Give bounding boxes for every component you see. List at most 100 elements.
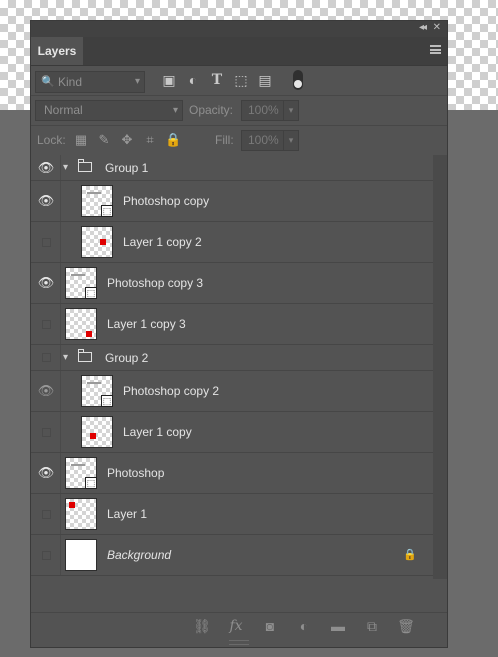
layer-thumbnail: ⬚ xyxy=(81,375,113,407)
layer-name[interactable]: Layer 1 copy 2 xyxy=(123,222,202,262)
smart-object-icon: ⬚ xyxy=(85,477,97,489)
tab-layers[interactable]: Layers xyxy=(31,37,83,65)
close-icon[interactable]: ✕ xyxy=(433,22,441,33)
fill-label: Fill: xyxy=(215,133,234,147)
smart-object-icon: ⬚ xyxy=(101,395,113,407)
shape-filter-icon[interactable]: ⬚ xyxy=(233,72,249,88)
scrollbar[interactable] xyxy=(433,155,447,579)
layer-row[interactable]: Layer 1 copy 3 xyxy=(31,304,433,345)
fx-icon[interactable]: fx xyxy=(227,617,245,635)
layer-row-background[interactable]: Background 🔒 xyxy=(31,535,433,576)
folder-icon xyxy=(78,159,92,172)
layer-thumbnail xyxy=(65,308,97,340)
visibility-toggle[interactable]: 👁 xyxy=(35,371,57,411)
layer-list: 👁 ▾ Group 1 👁 ⬚ Photoshop copy Layer 1 c… xyxy=(31,155,433,576)
smart-object-filter-icon[interactable]: ▤ xyxy=(257,72,273,88)
layer-row-group-2[interactable]: ▾ Group 2 xyxy=(31,345,433,371)
visibility-toggle[interactable] xyxy=(35,494,57,534)
visibility-toggle[interactable] xyxy=(35,345,57,370)
lock-all-icon[interactable]: 🔒 xyxy=(165,132,181,148)
layer-row[interactable]: 👁 ⬚ Photoshop xyxy=(31,453,433,494)
chevron-down-icon[interactable]: ▾ xyxy=(63,345,68,370)
layer-name[interactable]: Photoshop copy 2 xyxy=(123,371,219,411)
visibility-toggle[interactable] xyxy=(35,412,57,452)
opacity-input[interactable]: 100% ▾ xyxy=(241,100,299,121)
chevron-down-icon: ▾ xyxy=(172,105,178,116)
chevron-down-icon[interactable]: ▾ xyxy=(63,155,68,180)
lock-label: Lock: xyxy=(37,133,66,147)
visibility-toggle[interactable] xyxy=(35,535,57,575)
layer-row[interactable]: 👁 ⬚ Photoshop copy xyxy=(31,181,433,222)
chevron-down-icon: ▾ xyxy=(134,76,140,87)
add-mask-icon[interactable]: ◙ xyxy=(261,617,279,635)
smart-object-icon: ⬚ xyxy=(85,287,97,299)
adjustment-filter-icon[interactable]: ◐ xyxy=(185,72,201,88)
blend-row: Normal ▾ Opacity: 100% ▾ xyxy=(31,96,447,126)
layer-thumbnail: ⬚ xyxy=(65,267,97,299)
layer-row[interactable]: 👁 ⬚ Photoshop copy 2 xyxy=(31,371,433,412)
lock-image-icon[interactable]: ✎ xyxy=(96,132,112,148)
eye-icon: 👁 xyxy=(37,465,55,480)
layer-thumbnail xyxy=(65,539,97,571)
lock-transparency-icon[interactable]: ▦ xyxy=(73,132,89,148)
visibility-toggle[interactable]: 👁 xyxy=(35,181,57,221)
type-filter-icon[interactable]: T xyxy=(209,72,225,88)
visibility-toggle[interactable] xyxy=(35,222,57,262)
delete-layer-icon[interactable]: 🗑 xyxy=(397,617,415,635)
eye-icon: 👁 xyxy=(37,383,55,398)
eye-icon: 👁 xyxy=(37,275,55,290)
chevron-down-icon[interactable]: ▾ xyxy=(283,101,298,120)
panel-menu-icon[interactable] xyxy=(430,45,441,54)
layer-row[interactable]: Layer 1 copy 2 xyxy=(31,222,433,263)
layer-name[interactable]: Layer 1 xyxy=(107,494,147,534)
link-layers-icon[interactable]: ⛓ xyxy=(193,617,211,635)
layer-name[interactable]: Layer 1 copy xyxy=(123,412,192,452)
chevron-down-icon[interactable]: ▾ xyxy=(283,131,298,150)
layer-name[interactable]: Photoshop xyxy=(107,453,164,493)
resize-grip[interactable] xyxy=(229,640,249,645)
layers-panel: ◂◂ ✕ Layers 🔍 Kind ▾ ▣ ◐ T ⬚ ▤ Normal ▾ … xyxy=(30,20,448,648)
blend-mode-select[interactable]: Normal ▾ xyxy=(35,100,183,121)
layer-name[interactable]: Group 1 xyxy=(105,155,148,180)
blend-mode-value: Normal xyxy=(44,103,83,117)
visibility-toggle[interactable]: 👁 xyxy=(35,155,57,180)
folder-icon xyxy=(78,349,92,362)
layer-name[interactable]: Photoshop copy 3 xyxy=(107,263,203,303)
tab-bar: Layers xyxy=(31,37,447,66)
adjustment-layer-icon[interactable]: ◐ xyxy=(295,617,313,635)
layer-thumbnail xyxy=(81,226,113,258)
visibility-toggle[interactable]: 👁 xyxy=(35,263,57,303)
layer-thumbnail xyxy=(65,498,97,530)
layer-row[interactable]: Layer 1 copy xyxy=(31,412,433,453)
eye-icon: 👁 xyxy=(37,159,55,175)
opacity-value: 100% xyxy=(248,103,279,117)
new-group-icon[interactable]: ▬ xyxy=(329,617,347,635)
layer-row[interactable]: 👁 ⬚ Photoshop copy 3 xyxy=(31,263,433,304)
filter-toggle[interactable] xyxy=(293,70,303,90)
kind-filter-select[interactable]: 🔍 Kind ▾ xyxy=(35,71,145,93)
visibility-toggle[interactable]: 👁 xyxy=(35,453,57,493)
fill-input[interactable]: 100% ▾ xyxy=(241,130,299,151)
layer-row-group-1[interactable]: 👁 ▾ Group 1 xyxy=(31,155,433,181)
layer-name[interactable]: Group 2 xyxy=(105,345,148,370)
smart-object-icon: ⬚ xyxy=(101,205,113,217)
lock-icon: 🔒 xyxy=(403,549,417,561)
panel-footer: ⛓ fx ◙ ◐ ▬ ⧉ 🗑 xyxy=(31,612,447,639)
layer-thumbnail: ⬚ xyxy=(65,457,97,489)
filter-row: 🔍 Kind ▾ ▣ ◐ T ⬚ ▤ xyxy=(31,66,447,96)
kind-filter-label: Kind xyxy=(58,75,83,89)
layer-name[interactable]: Background xyxy=(107,535,171,575)
lock-artboard-icon[interactable]: ⌗ xyxy=(142,132,158,148)
eye-icon: 👁 xyxy=(37,193,55,208)
opacity-label: Opacity: xyxy=(189,103,234,117)
lock-position-icon[interactable]: ✥ xyxy=(119,132,135,148)
layer-row[interactable]: Layer 1 xyxy=(31,494,433,535)
collapse-icon[interactable]: ◂◂ xyxy=(419,22,427,33)
image-filter-icon[interactable]: ▣ xyxy=(161,72,177,88)
layer-thumbnail: ⬚ xyxy=(81,185,113,217)
layer-name[interactable]: Photoshop copy xyxy=(123,181,209,221)
new-layer-icon[interactable]: ⧉ xyxy=(363,617,381,635)
layer-thumbnail xyxy=(81,416,113,448)
layer-name[interactable]: Layer 1 copy 3 xyxy=(107,304,186,344)
visibility-toggle[interactable] xyxy=(35,304,57,344)
